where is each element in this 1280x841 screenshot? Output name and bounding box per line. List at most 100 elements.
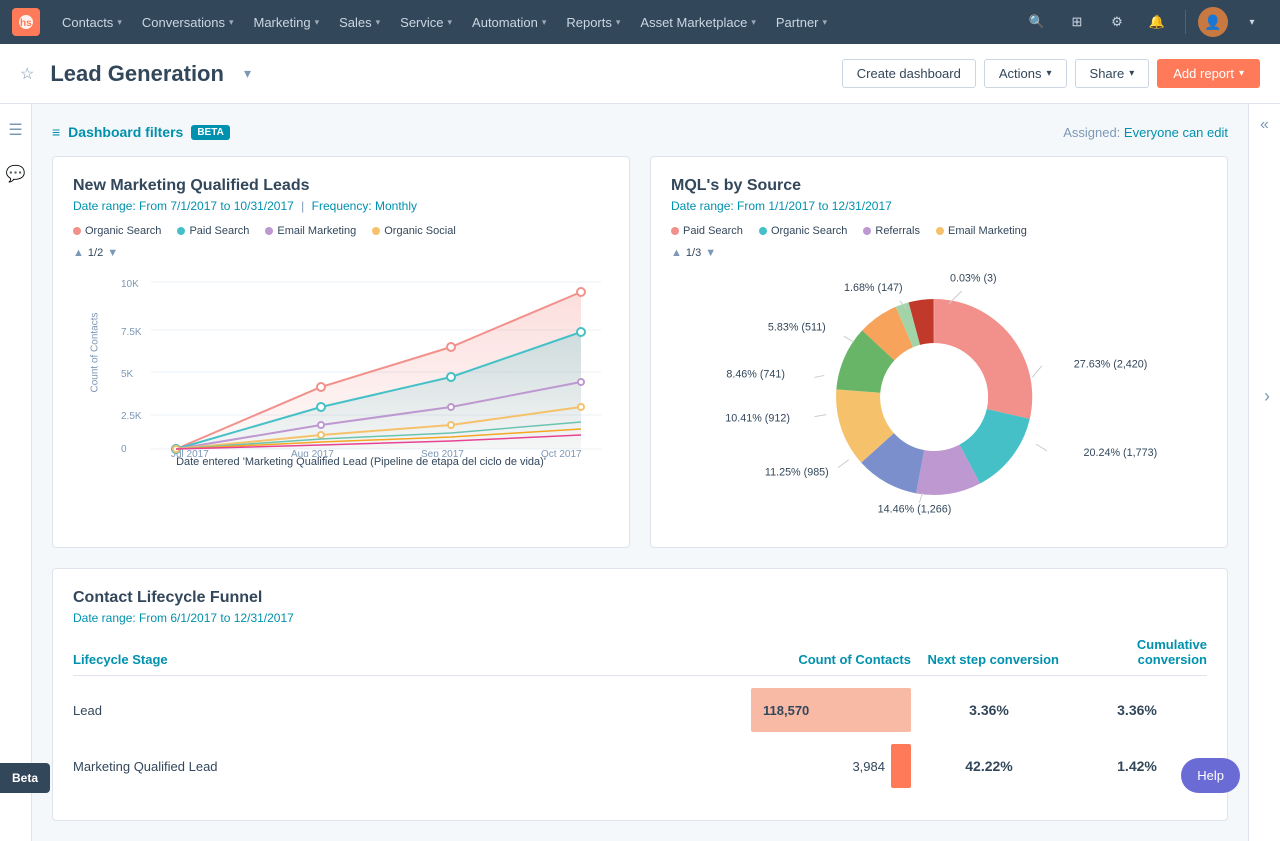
nav-conversations[interactable]: Conversations ▾ bbox=[132, 0, 244, 44]
chevron-icon: ▾ bbox=[616, 17, 621, 28]
svg-text:Oct 2017: Oct 2017 bbox=[541, 449, 582, 457]
funnel-stage-label-mql: Marketing Qualified Lead bbox=[73, 759, 218, 774]
svg-text:hs: hs bbox=[20, 18, 32, 29]
legend-dot-organic-search bbox=[73, 227, 81, 235]
create-dashboard-button[interactable]: Create dashboard bbox=[842, 59, 976, 88]
apps-icon[interactable]: ⊞ bbox=[1061, 6, 1093, 38]
svg-text:27.63% (2,420): 27.63% (2,420) bbox=[1074, 359, 1148, 371]
nav-items: Contacts ▾ Conversations ▾ Marketing ▾ S… bbox=[52, 0, 1021, 44]
legend-dot-paid-search bbox=[177, 227, 185, 235]
mql-card: New Marketing Qualified Leads Date range… bbox=[52, 156, 630, 548]
collapse-panel-icon[interactable]: « bbox=[1260, 116, 1269, 134]
next-arrow-icon[interactable]: ▼ bbox=[107, 247, 118, 259]
legend-dot-organic-search-src bbox=[759, 227, 767, 235]
funnel-bar-lead: 118,570 bbox=[751, 688, 911, 732]
nav-partner[interactable]: Partner ▾ bbox=[766, 0, 837, 44]
legend-dot-organic-social bbox=[372, 227, 380, 235]
funnel-table-header: Lifecycle Stage Count of Contacts Next s… bbox=[73, 637, 1207, 676]
funnel-next-header: Next step conversion bbox=[919, 652, 1059, 667]
nav-reports[interactable]: Reports ▾ bbox=[556, 0, 630, 44]
avatar[interactable]: 👤 bbox=[1198, 7, 1228, 37]
legend-dot-referrals-src bbox=[863, 227, 871, 235]
nav-automation[interactable]: Automation ▾ bbox=[462, 0, 556, 44]
funnel-bar-fill-mql bbox=[891, 744, 911, 788]
svg-text:10K: 10K bbox=[121, 279, 139, 290]
hubspot-logo[interactable]: hs bbox=[12, 8, 40, 36]
side-panel-right: « bbox=[1248, 104, 1280, 841]
mql-card-title: New Marketing Qualified Leads bbox=[73, 177, 609, 195]
favorite-star-icon[interactable]: ☆ bbox=[20, 64, 34, 84]
prev-arrow-icon[interactable]: ▲ bbox=[73, 247, 84, 259]
share-button[interactable]: Share ▾ bbox=[1075, 59, 1150, 88]
funnel-row-lead: Lead 118,570 3.36% 3.36% bbox=[73, 688, 1207, 732]
funnel-next-conversion-lead: 3.36% bbox=[919, 702, 1059, 718]
chevron-icon: ▾ bbox=[823, 17, 828, 28]
svg-text:7.5K: 7.5K bbox=[121, 327, 142, 338]
svg-text:8.46% (741): 8.46% (741) bbox=[726, 368, 785, 380]
nav-asset-marketplace[interactable]: Asset Marketplace ▾ bbox=[630, 0, 765, 44]
svg-text:0: 0 bbox=[121, 444, 127, 455]
actions-chevron-icon: ▾ bbox=[1047, 68, 1052, 79]
chevron-icon: ▾ bbox=[315, 17, 320, 28]
next-page-arrow-icon[interactable]: › bbox=[1264, 386, 1270, 407]
funnel-stage-lead: Lead bbox=[73, 703, 743, 718]
actions-button[interactable]: Actions ▾ bbox=[984, 59, 1067, 88]
chevron-icon: ▾ bbox=[751, 17, 756, 28]
chevron-icon: ▾ bbox=[448, 17, 453, 28]
mql-source-card: MQL's by Source Date range: From 1/1/201… bbox=[650, 156, 1228, 548]
beta-badge: BETA bbox=[191, 125, 229, 140]
legend-organic-search: Organic Search bbox=[73, 225, 161, 237]
legend-dot-email-marketing bbox=[265, 227, 273, 235]
subheader-actions: Create dashboard Actions ▾ Share ▾ Add r… bbox=[842, 59, 1260, 88]
nav-sales[interactable]: Sales ▾ bbox=[329, 0, 390, 44]
nav-service[interactable]: Service ▾ bbox=[390, 0, 462, 44]
chat-panel-icon[interactable]: 💬 bbox=[2, 160, 30, 188]
legend-email-src: Email Marketing bbox=[936, 225, 1027, 237]
funnel-bar-fill-lead: 118,570 bbox=[751, 688, 911, 732]
dashboard-filters-bar: ≡ Dashboard filters BETA Assigned: Every… bbox=[52, 124, 1228, 140]
account-chevron-icon[interactable]: ▾ bbox=[1236, 6, 1268, 38]
nav-marketing[interactable]: Marketing ▾ bbox=[243, 0, 329, 44]
dashboard-top-grid: New Marketing Qualified Leads Date range… bbox=[52, 156, 1228, 548]
legend-organic-search-src: Organic Search bbox=[759, 225, 847, 237]
svg-text:1.68% (147): 1.68% (147) bbox=[844, 282, 903, 294]
funnel-count-header: Count of Contacts bbox=[751, 652, 911, 667]
svg-text:11.25% (985): 11.25% (985) bbox=[765, 466, 829, 478]
mql-chart-area: Count of Contacts 10K 7.5K 5K 2.5K 0 bbox=[73, 267, 609, 468]
svg-text:0.03% (3): 0.03% (3) bbox=[950, 272, 997, 284]
mql-source-legend: Paid Search Organic Search Referrals Ema… bbox=[671, 225, 1207, 237]
notifications-icon[interactable]: 🔔 bbox=[1141, 6, 1173, 38]
svg-text:20.24% (1,773): 20.24% (1,773) bbox=[1084, 447, 1158, 459]
assigned-value[interactable]: Everyone can edit bbox=[1124, 125, 1228, 140]
add-report-button[interactable]: Add report ▾ bbox=[1157, 59, 1260, 88]
funnel-card: Contact Lifecycle Funnel Date range: Fro… bbox=[52, 568, 1228, 821]
mql-donut-container: 27.63% (2,420) 20.24% (1,773) 14.46% (1,… bbox=[671, 267, 1207, 527]
filters-label[interactable]: Dashboard filters bbox=[68, 124, 183, 140]
y-axis-label: Count of Contacts bbox=[90, 312, 101, 392]
funnel-title: Contact Lifecycle Funnel bbox=[73, 589, 1207, 607]
nav-contacts[interactable]: Contacts ▾ bbox=[52, 0, 132, 44]
svg-text:5.83% (511): 5.83% (511) bbox=[768, 321, 826, 333]
chevron-icon: ▾ bbox=[542, 17, 547, 28]
mql-pagination: ▲ 1/2 ▼ bbox=[73, 247, 609, 259]
legend-organic-social: Organic Social bbox=[372, 225, 456, 237]
src-next-icon[interactable]: ▼ bbox=[705, 247, 716, 259]
page-title-chevron-icon[interactable]: ▾ bbox=[244, 65, 251, 82]
funnel-cumulative-header: Cumulative conversion bbox=[1067, 637, 1207, 667]
assigned-section: Assigned: Everyone can edit bbox=[1063, 125, 1228, 140]
src-prev-icon[interactable]: ▲ bbox=[671, 247, 682, 259]
svg-text:14.46% (1,266): 14.46% (1,266) bbox=[878, 504, 952, 516]
help-button[interactable]: Help bbox=[1181, 758, 1240, 793]
mql-legend: Organic Search Paid Search Email Marketi… bbox=[73, 225, 609, 237]
legend-referrals-src: Referrals bbox=[863, 225, 920, 237]
filter-panel-icon[interactable]: ☰ bbox=[2, 116, 30, 144]
filter-lines-icon: ≡ bbox=[52, 124, 60, 140]
svg-text:10.41% (912): 10.41% (912) bbox=[725, 413, 790, 425]
filters-left: ≡ Dashboard filters BETA bbox=[52, 124, 230, 140]
search-icon[interactable]: 🔍 bbox=[1021, 6, 1053, 38]
top-navigation: hs Contacts ▾ Conversations ▾ Marketing … bbox=[0, 0, 1280, 44]
share-chevron-icon: ▾ bbox=[1129, 68, 1134, 79]
beta-button[interactable]: Beta bbox=[0, 763, 50, 793]
settings-icon[interactable]: ⚙ bbox=[1101, 6, 1133, 38]
funnel-row-mql: Marketing Qualified Lead 3,984 42.22% 1.… bbox=[73, 744, 1207, 788]
